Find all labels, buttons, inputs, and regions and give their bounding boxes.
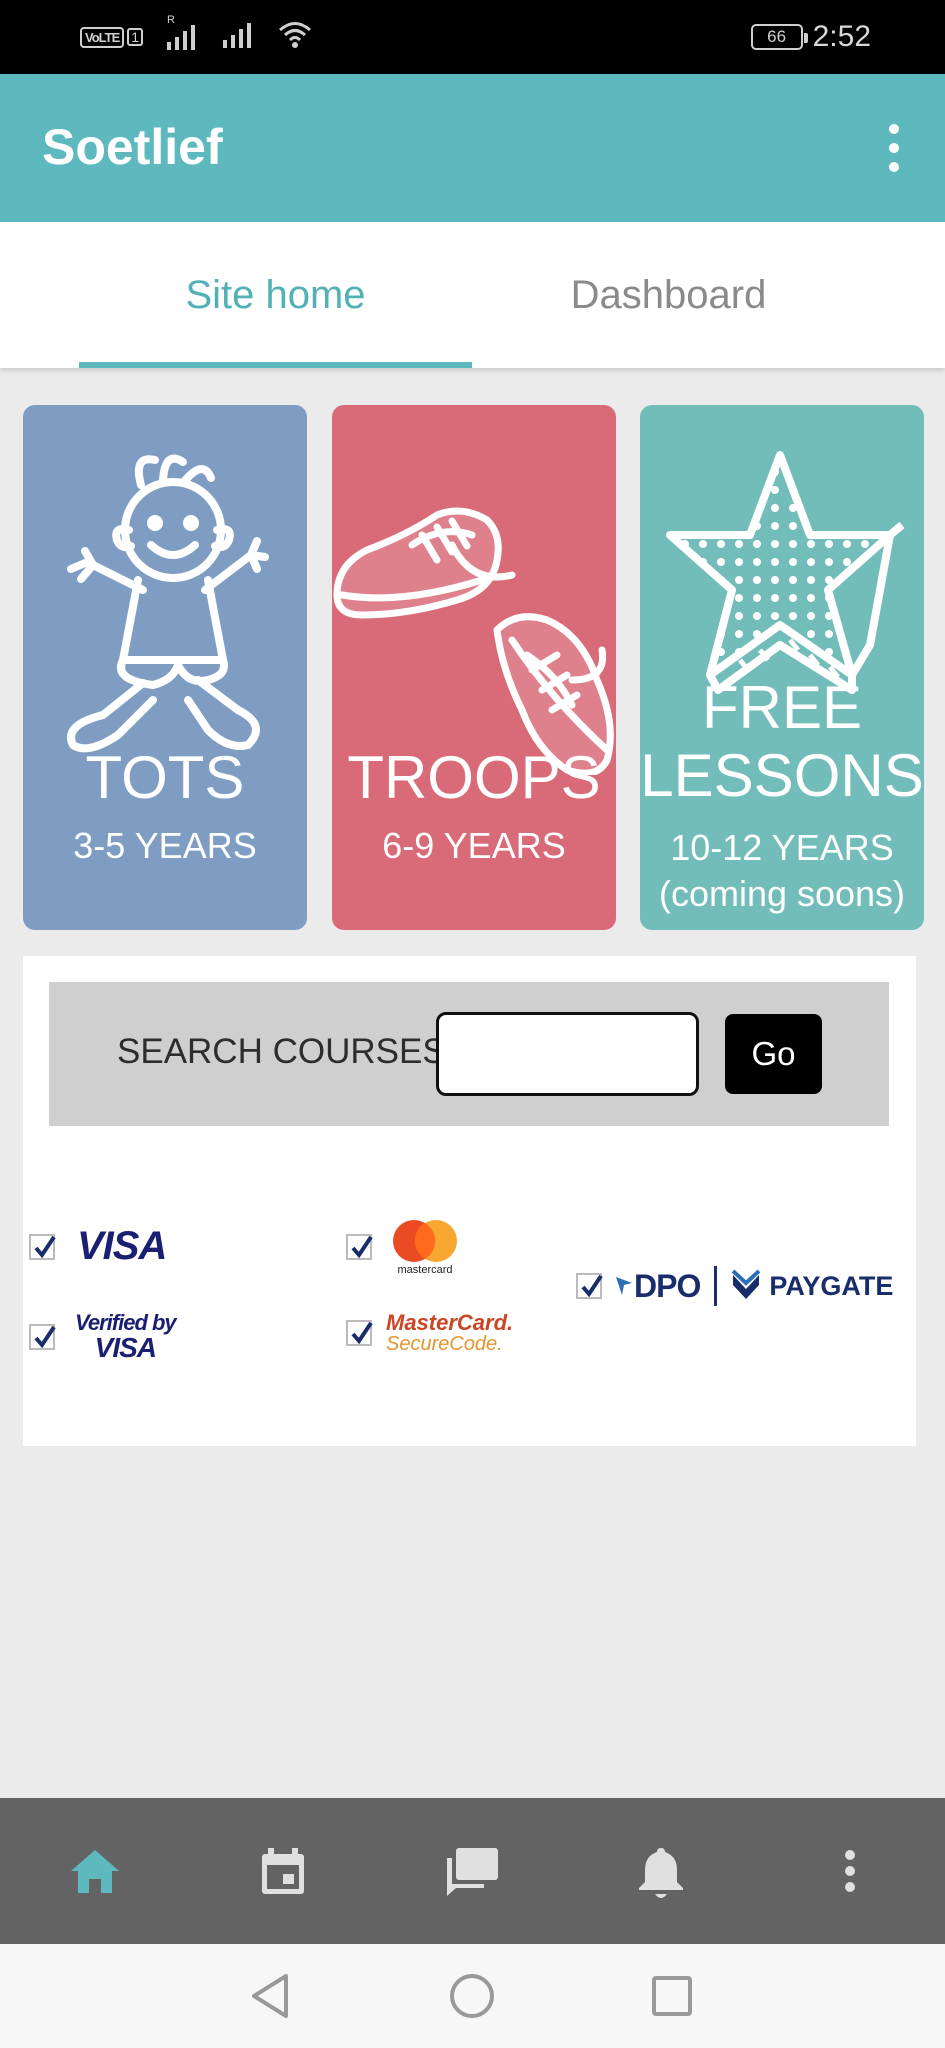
dpo-arrow-icon [616,1277,632,1295]
verified-by-text: Verified by [75,1310,177,1335]
card-title-line1: FREE [701,674,863,741]
recents-icon[interactable] [642,1966,702,2026]
tab-indicator [79,362,472,368]
payment-securecode: MasterCard. SecureCode. [346,1312,513,1354]
calendar-icon[interactable] [233,1798,333,1944]
dpo-paygate-logo: DPO PAYGATE [614,1266,893,1306]
card-subtitle: 3-5 YEARS [73,825,257,866]
child-icon [67,454,269,753]
payment-dpo-paygate: DPO PAYGATE [576,1266,893,1306]
bell-icon[interactable] [611,1798,711,1944]
signal-icon: R [165,14,199,52]
paygate-text: PAYGATE [769,1270,894,1301]
securecode-logo: MasterCard. SecureCode. [386,1310,514,1355]
card-title: TROOPS [347,744,601,811]
search-label: SEARCH COURSES: [117,1032,456,1071]
payment-mastercard: mastercard [346,1218,460,1276]
bottom-nav [0,1798,945,1944]
volte-badge: VoLTE [80,26,125,48]
card-free-lessons[interactable]: FREE LESSONS 10-12 YEARS (coming soons) [640,405,924,930]
tab-dashboard[interactable]: Dashboard [472,222,865,368]
more-vert-icon[interactable] [800,1798,900,1944]
card-subtitle: 6-9 YEARS [382,825,566,866]
roaming-mark: R [167,14,175,26]
wifi-icon [277,20,313,55]
battery-level: 66 [767,27,787,46]
dpo-text: DPO [634,1267,701,1304]
status-left: VoLTE 1 R [80,14,313,56]
card-title: TOTS [85,744,245,811]
paygate-chevron-icon [731,1269,761,1299]
content-panel: SEARCH COURSES: Go VISA Verified by VISA… [23,956,916,1446]
go-button[interactable]: Go [725,1014,822,1094]
messages-icon[interactable] [422,1798,522,1944]
securecode-line2: SecureCode. [386,1333,503,1355]
card-subtitle-line1: 10-12 YEARS [670,827,894,868]
card-tots[interactable]: TOTS 3-5 YEARS [23,405,307,930]
card-troops[interactable]: TROOPS 6-9 YEARS [332,405,616,930]
more-vert-icon[interactable] [879,120,909,176]
check-icon [346,1320,373,1346]
back-icon[interactable] [240,1966,300,2026]
check-icon [576,1273,603,1299]
card-title-line2: LESSONS [640,742,924,809]
logo-divider [714,1266,718,1306]
home-circle-icon[interactable] [442,1966,502,2026]
payment-verified-by-visa: Verified by VISA [29,1310,177,1363]
tab-bar: Site home Dashboard [0,222,945,368]
search-input[interactable] [436,1012,699,1096]
verified-visa-text: VISA [94,1332,157,1363]
app-bar: Soetlief [0,74,945,222]
app-title: Soetlief [42,119,223,175]
check-icon [346,1234,373,1260]
check-icon [29,1233,56,1260]
mastercard-logo: mastercard [390,1218,460,1276]
system-nav [0,1944,945,2048]
sneakers-icon [333,507,614,775]
status-right: 66 2:52 [750,18,871,56]
verified-by-visa-logo: Verified by VISA [75,1310,177,1363]
card-subtitle-line2: (coming soons) [658,873,906,914]
home-icon[interactable] [45,1798,145,1944]
battery-icon: 66 [750,24,808,50]
status-bar: VoLTE 1 R 66 2:52 [0,0,945,74]
payment-visa: VISA [29,1224,167,1269]
visa-logo: VISA [77,1224,167,1268]
tab-site-home[interactable]: Site home [79,222,472,368]
search-bar: SEARCH COURSES: Go [49,982,889,1126]
mastercard-circles-icon [393,1220,457,1262]
signal-icon [221,20,255,55]
check-icon [29,1324,56,1350]
mastercard-text: mastercard [397,1264,453,1276]
sim-number: 1 [127,28,144,46]
securecode-line1: MasterCard. [386,1310,514,1335]
volte-icon: VoLTE 1 [80,26,144,48]
status-time: 2:52 [812,20,871,53]
